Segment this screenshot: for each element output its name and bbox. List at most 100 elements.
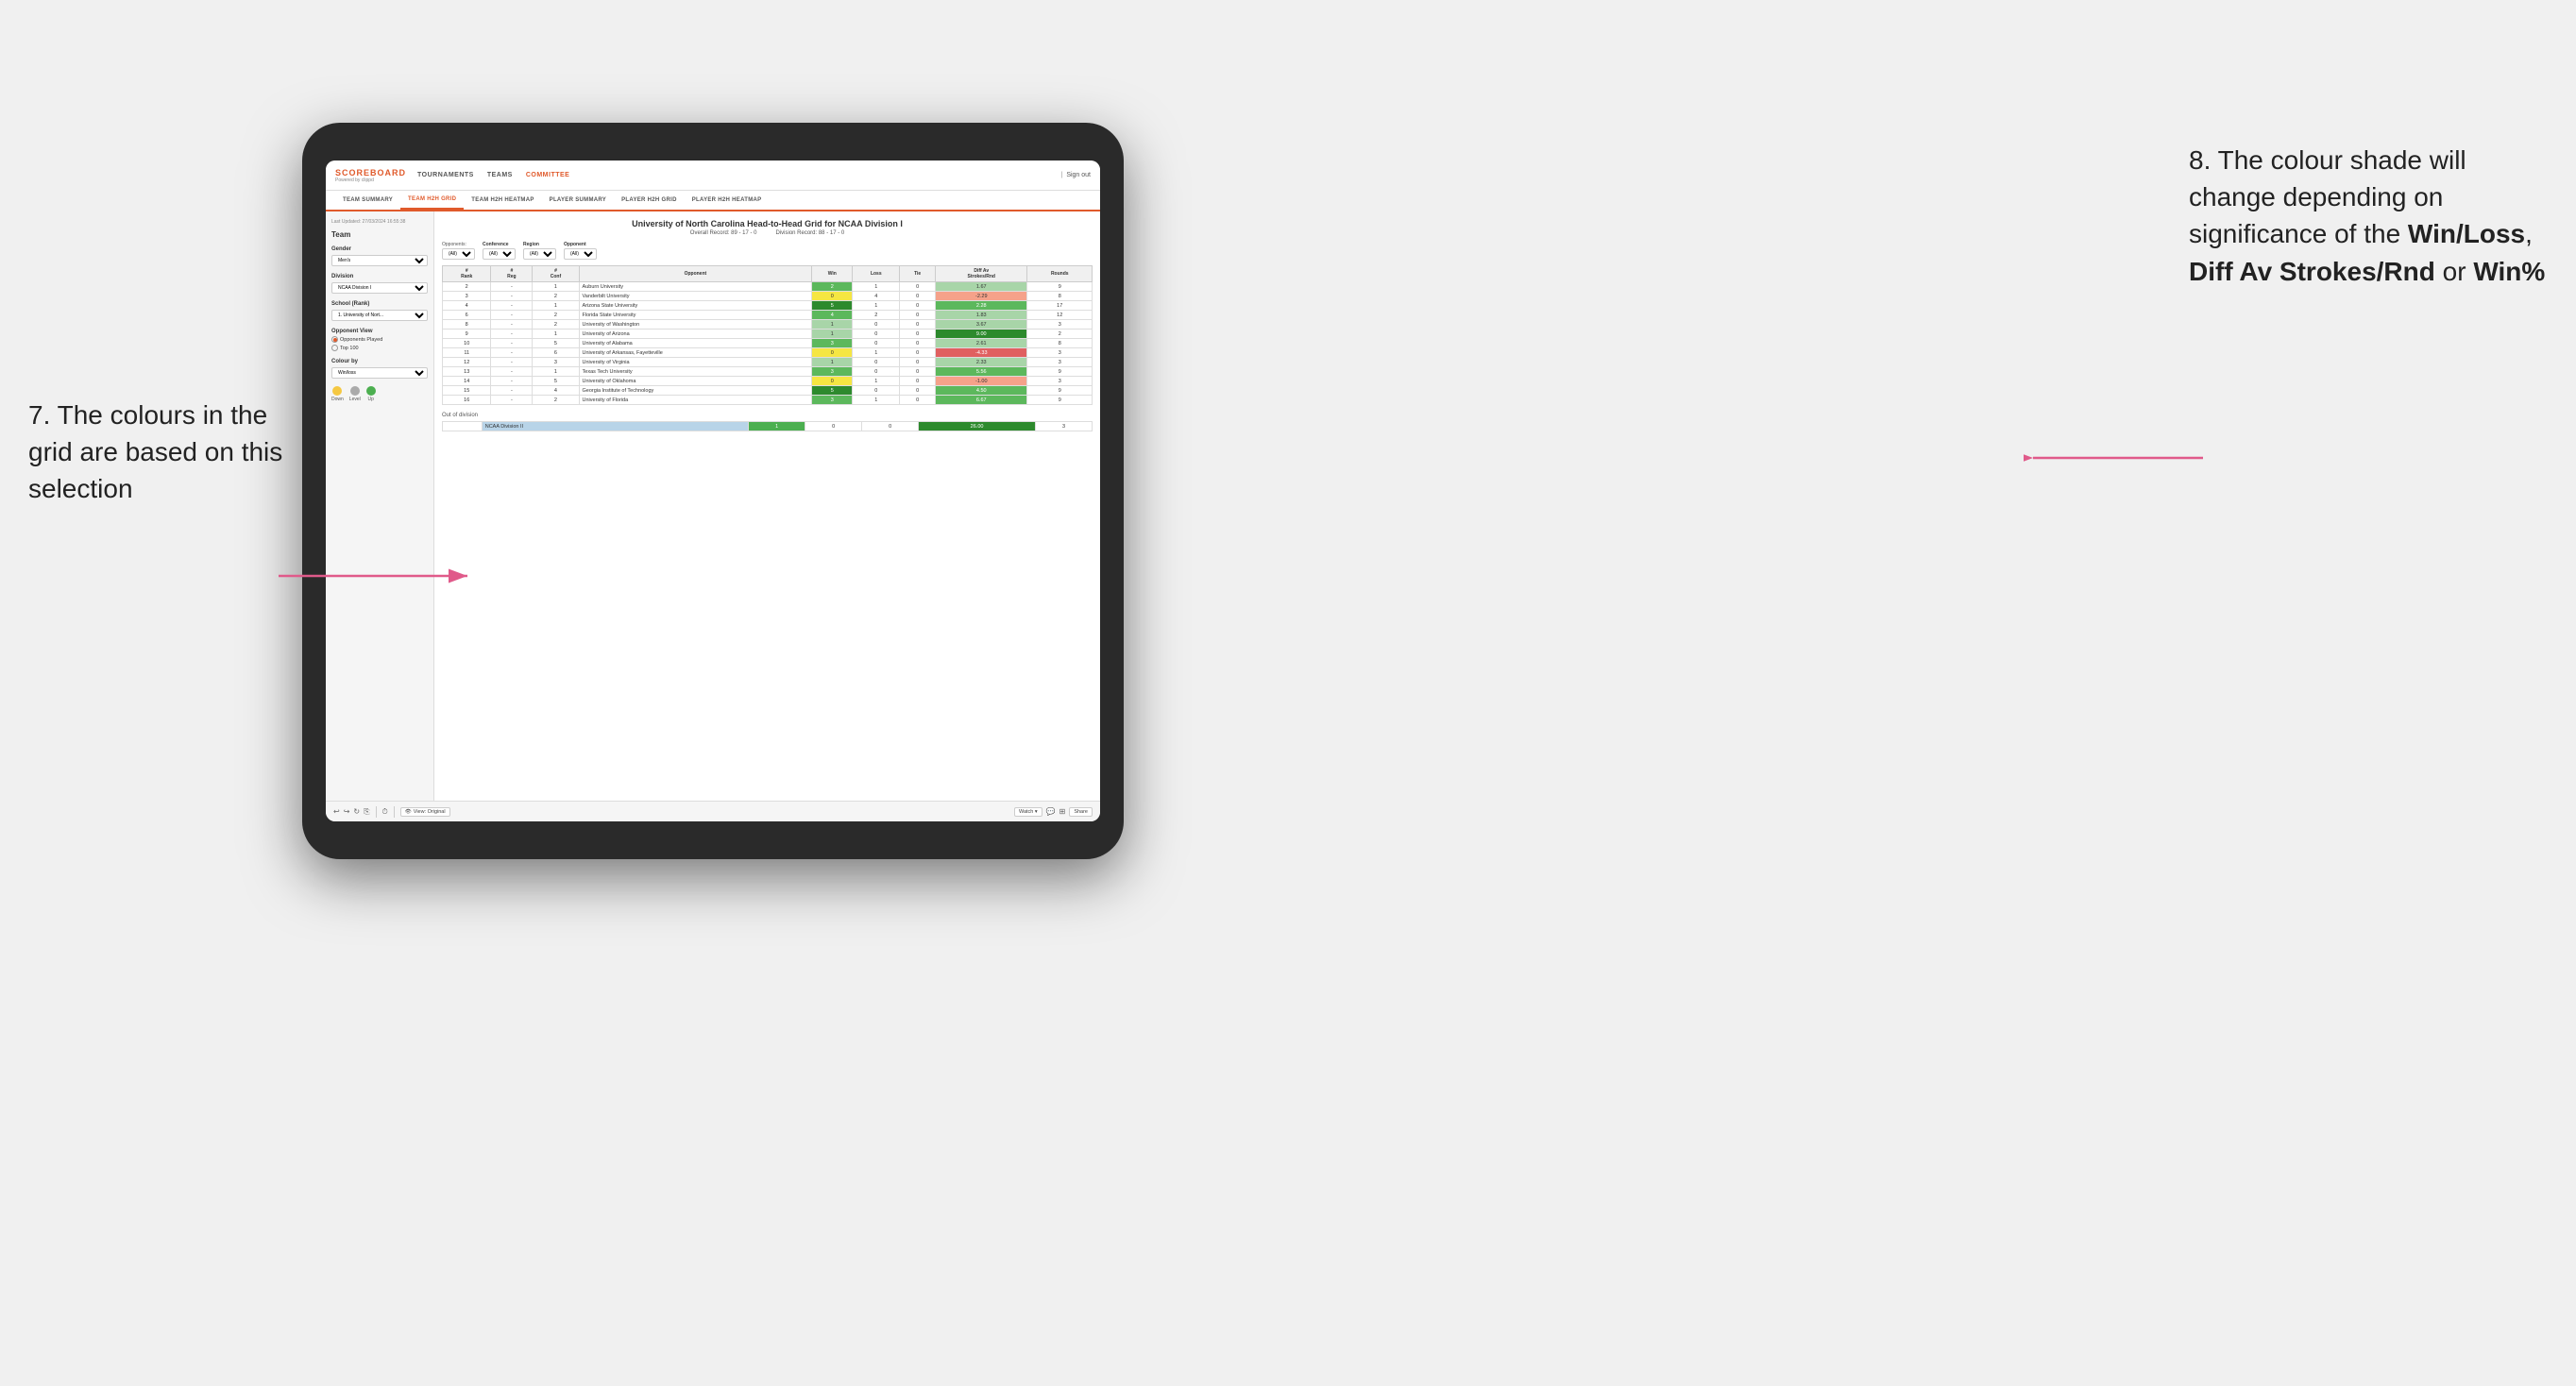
cell-opponent: University of Arkansas, Fayetteville <box>579 348 812 358</box>
cell-rank: 3 <box>443 292 491 301</box>
cell-reg: - <box>491 301 533 311</box>
nav-teams[interactable]: TEAMS <box>487 172 513 178</box>
nav-sign-out[interactable]: Sign out <box>1066 172 1091 178</box>
annotation-right-text: 8. The colour shade will change dependin… <box>2189 145 2545 286</box>
cell-diff: -4.33 <box>936 348 1027 358</box>
table-row: 2 - 1 Auburn University 2 1 0 1.67 9 <box>443 282 1093 292</box>
nav-tournaments[interactable]: TOURNAMENTS <box>417 172 474 178</box>
sidebar-opponent-view-section: Opponent View Opponents Played Top 100 <box>331 329 428 351</box>
colour-legend: Down Level Up <box>331 386 428 402</box>
cell-rounds: 3 <box>1027 377 1093 386</box>
cell-reg: - <box>491 292 533 301</box>
cell-diff: 4.50 <box>936 386 1027 396</box>
legend-level-label: Level <box>349 397 361 402</box>
sidebar-school-section: School (Rank) 1. University of Nort... <box>331 301 428 321</box>
cell-opponent: University of Virginia <box>579 358 812 367</box>
conference-select[interactable]: (All) <box>483 248 516 260</box>
cell-conf: 1 <box>533 301 579 311</box>
cell-rank: 13 <box>443 367 491 377</box>
radio-top100[interactable]: Top 100 <box>331 345 428 351</box>
opponents-select[interactable]: (All) <box>442 248 475 260</box>
table-row: 8 - 2 University of Washington 1 0 0 3.6… <box>443 320 1093 330</box>
nav-committee[interactable]: COMMITTEE <box>526 172 570 178</box>
cell-rank: 10 <box>443 339 491 348</box>
col-conf: #Conf <box>533 266 579 282</box>
colour-by-dropdown[interactable]: Win/loss <box>331 367 428 379</box>
share-button[interactable]: Share <box>1069 807 1093 817</box>
legend-up-dot <box>366 386 376 396</box>
tab-player-summary[interactable]: PLAYER SUMMARY <box>542 191 614 210</box>
cell-tie: 0 <box>900 282 936 292</box>
filter-opponents: Opponents: (All) <box>442 242 475 260</box>
toolbar-clock[interactable]: ⏱ <box>382 807 388 817</box>
radio-label-top100: Top 100 <box>340 346 359 351</box>
division-dropdown[interactable]: NCAA Division I <box>331 282 428 294</box>
cell-opponent: Auburn University <box>579 282 812 292</box>
toolbar-refresh[interactable]: ↻ <box>353 807 360 816</box>
col-tie: Tie <box>900 266 936 282</box>
cell-rank: 12 <box>443 358 491 367</box>
cell-rank: 9 <box>443 330 491 339</box>
toolbar-sep1 <box>376 806 377 818</box>
cell-loss: 1 <box>853 282 900 292</box>
opponent-select[interactable]: (All) <box>564 248 597 260</box>
arrow-right-svg <box>2024 430 2212 486</box>
sidebar-gender-section: Gender Men's <box>331 246 428 266</box>
cell-win: 4 <box>812 311 853 320</box>
overall-record: Overall Record: 89 - 17 - 0 <box>690 230 757 236</box>
cell-diff: 1.83 <box>936 311 1027 320</box>
col-opponent: Opponent <box>579 266 812 282</box>
cell-conf: 3 <box>533 358 579 367</box>
tab-team-h2h-grid[interactable]: TEAM H2H GRID <box>400 191 464 210</box>
toolbar-sep2 <box>394 806 395 818</box>
legend-down: Down <box>331 386 344 402</box>
toolbar-redo[interactable]: ↪ <box>344 807 350 816</box>
cell-diff: 6.67 <box>936 396 1027 405</box>
cell-loss: 0 <box>853 386 900 396</box>
cell-rounds: 17 <box>1027 301 1093 311</box>
cell-rounds: 9 <box>1027 367 1093 377</box>
filter-conference: Conference (All) <box>483 242 516 260</box>
radio-opponents-played[interactable]: Opponents Played <box>331 336 428 343</box>
table-row: 9 - 1 University of Arizona 1 0 0 9.00 2 <box>443 330 1093 339</box>
out-of-division-label: Out of division <box>442 413 1093 418</box>
toolbar-undo[interactable]: ↩ <box>333 807 340 816</box>
tab-player-h2h-grid[interactable]: PLAYER H2H GRID <box>614 191 685 210</box>
team-label: Team <box>331 230 428 239</box>
cell-reg: - <box>491 330 533 339</box>
watch-button[interactable]: Watch ▾ <box>1014 807 1042 817</box>
toolbar-comment[interactable]: 💬 <box>1046 807 1056 816</box>
cell-opponent: Georgia Institute of Technology <box>579 386 812 396</box>
filter-opponent: Opponent (All) <box>564 242 597 260</box>
table-row: 12 - 3 University of Virginia 1 0 0 2.33… <box>443 358 1093 367</box>
cell-win: 5 <box>812 386 853 396</box>
cell-loss: 0 <box>853 320 900 330</box>
cell-win: 0 <box>812 348 853 358</box>
cell-conf: 2 <box>533 320 579 330</box>
cell-conf: 2 <box>533 292 579 301</box>
tab-team-summary[interactable]: TEAM SUMMARY <box>335 191 400 210</box>
cell-rounds: 3 <box>1027 320 1093 330</box>
division-label: Division <box>331 274 428 279</box>
tab-team-h2h-heatmap[interactable]: TEAM H2H HEATMAP <box>464 191 541 210</box>
data-table: #Rank #Reg #Conf Opponent Win Loss Tie D… <box>442 265 1093 405</box>
conference-label: Conference <box>483 242 516 247</box>
cell-tie: 0 <box>900 339 936 348</box>
cell-win: 1 <box>812 320 853 330</box>
school-dropdown[interactable]: 1. University of Nort... <box>331 310 428 321</box>
legend-level-dot <box>350 386 360 396</box>
timestamp: Last Updated: 27/03/2024 16:55:38 <box>331 219 428 225</box>
view-original-button[interactable]: 👁 View: Original <box>400 807 450 817</box>
cell-diff: 9.00 <box>936 330 1027 339</box>
sidebar-colour-section: Colour by Win/loss <box>331 359 428 379</box>
toolbar-copy[interactable]: ⎘ <box>364 807 369 817</box>
cell-win: 3 <box>812 396 853 405</box>
filter-region: Region (All) <box>523 242 556 260</box>
tab-player-h2h-heatmap[interactable]: PLAYER H2H HEATMAP <box>685 191 770 210</box>
gender-dropdown[interactable]: Men's <box>331 255 428 266</box>
region-select[interactable]: (All) <box>523 248 556 260</box>
legend-up-label: Up <box>368 397 374 402</box>
toolbar-share-icon[interactable]: ⊞ <box>1059 807 1066 816</box>
cell-diff: 3.67 <box>936 320 1027 330</box>
radio-dot-opponents-played <box>331 336 338 343</box>
